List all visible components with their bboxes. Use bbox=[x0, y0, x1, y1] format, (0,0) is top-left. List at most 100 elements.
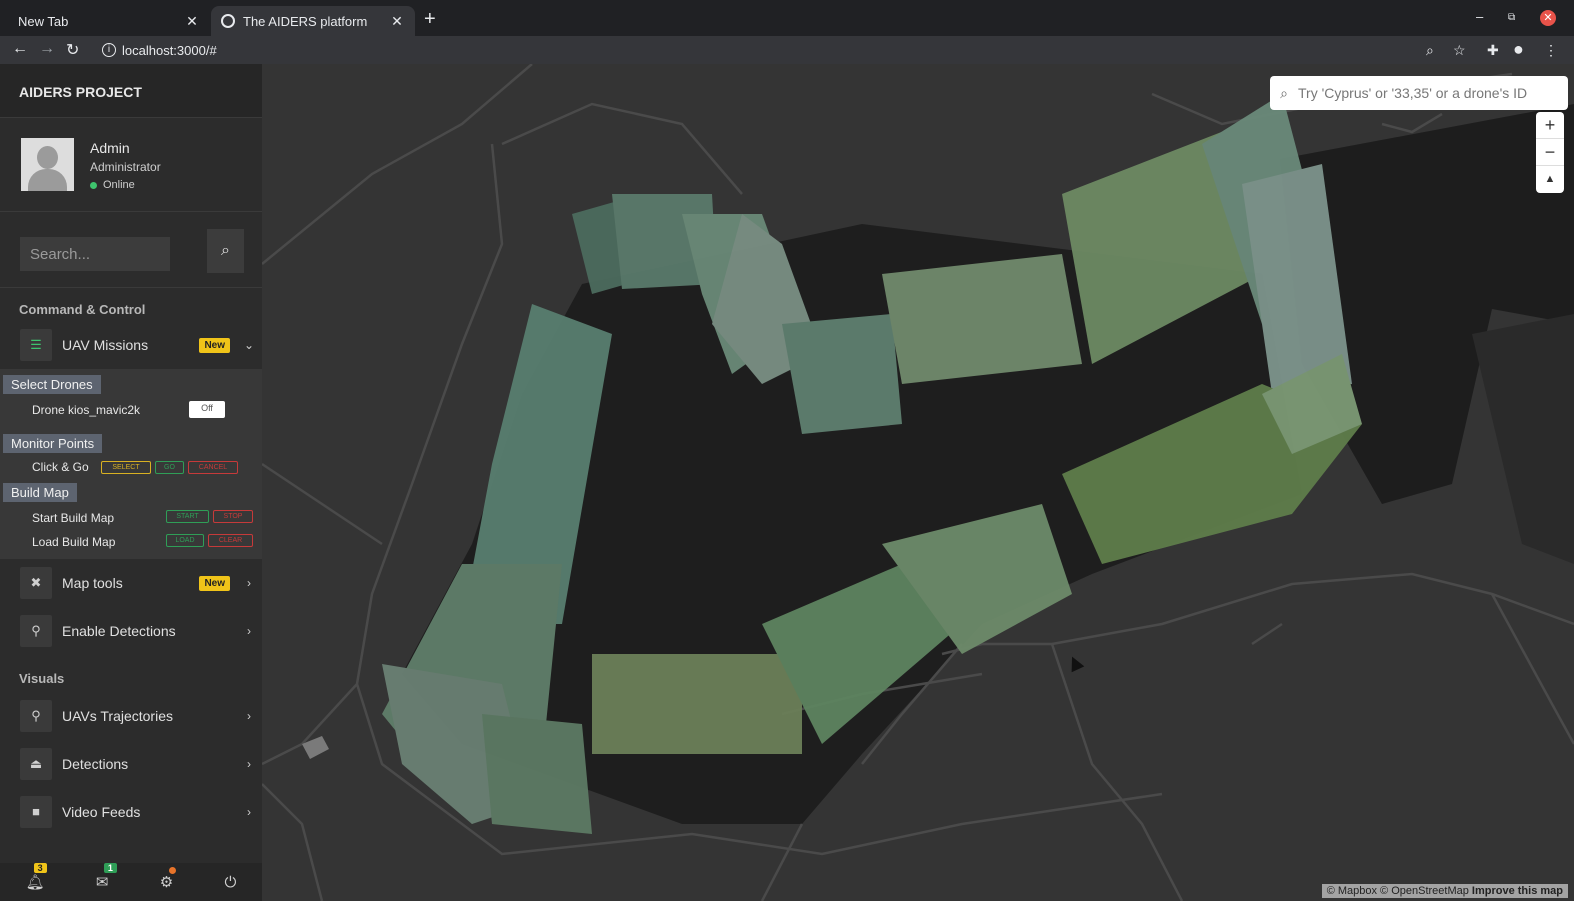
url-text: localhost:3000/# bbox=[122, 42, 217, 58]
search-input[interactable] bbox=[20, 237, 170, 271]
sidebar-search: ⌕ bbox=[0, 212, 262, 288]
messages-envelope-icon[interactable]: ✉ 1 bbox=[96, 863, 117, 891]
tab-aiders-platform[interactable]: The AIDERS platform ✕ bbox=[211, 6, 415, 36]
tab-title: The AIDERS platform bbox=[243, 13, 368, 29]
detection-icon: ⏏ bbox=[20, 748, 52, 780]
menu-enable-detections[interactable]: ⚲ Enable Detections › bbox=[0, 607, 262, 655]
select-button[interactable]: SELECT bbox=[101, 461, 151, 474]
start-button[interactable]: START bbox=[166, 510, 209, 523]
drone-icon: ⚲ bbox=[20, 615, 52, 647]
chevron-right-icon: › bbox=[247, 624, 251, 638]
zoom-in-button[interactable]: + bbox=[1536, 112, 1564, 139]
sidebar-footer: 🔔︎ 3 ✉ 1 ⚙ ⏻ bbox=[0, 863, 262, 901]
map-view[interactable]: ⌕ + − ▲ © Mapbox © OpenStreetMap Improve… bbox=[262, 64, 1574, 901]
brand-title: AIDERS PROJECT bbox=[0, 64, 262, 118]
improve-map-link[interactable]: Improve this map bbox=[1472, 885, 1563, 897]
map-canvas bbox=[262, 64, 1574, 901]
menu-label: Enable Detections bbox=[62, 623, 176, 639]
user-name: Admin bbox=[90, 140, 130, 156]
search-button[interactable]: ⌕ bbox=[207, 229, 244, 273]
site-info-icon[interactable]: i bbox=[102, 43, 116, 57]
tab-title: New Tab bbox=[18, 13, 69, 29]
chevron-right-icon: › bbox=[247, 709, 251, 723]
attribution-text[interactable]: © Mapbox © OpenStreetMap bbox=[1327, 885, 1469, 897]
sidebar: AIDERS PROJECT Admin Administrator Onlin… bbox=[0, 64, 262, 901]
stop-button[interactable]: STOP bbox=[213, 510, 253, 523]
video-camera-icon: ■ bbox=[20, 796, 52, 828]
avatar bbox=[21, 138, 74, 191]
cancel-button[interactable]: CANCEL bbox=[188, 461, 238, 474]
power-icon[interactable]: ⏻ bbox=[224, 874, 236, 891]
search-icon: ⌕ bbox=[221, 242, 230, 259]
drone-label: Drone kios_mavic2k bbox=[32, 403, 141, 417]
menu-detections[interactable]: ⏏ Detections › bbox=[0, 740, 262, 788]
restore-icon[interactable]: ⧉ bbox=[1508, 12, 1515, 23]
compass-button[interactable]: ▲ bbox=[1536, 166, 1564, 193]
tab-new-tab[interactable]: New Tab ✕ bbox=[0, 6, 210, 36]
tab-close-icon[interactable]: ✕ bbox=[184, 13, 200, 30]
zoom-out-button[interactable]: − bbox=[1536, 139, 1564, 166]
uav-missions-submenu: Select Drones Drone kios_mavic2k Off Mon… bbox=[0, 369, 262, 559]
chevron-right-icon: › bbox=[247, 805, 251, 819]
select-drones-heading: Select Drones bbox=[3, 375, 101, 394]
globe-icon bbox=[221, 14, 235, 28]
load-build-label: Load Build Map bbox=[32, 535, 116, 549]
settings-dot-icon bbox=[168, 867, 176, 874]
user-profile: Admin Administrator Online bbox=[0, 118, 262, 212]
section-command-control: Command & Control bbox=[19, 302, 146, 317]
drone-row: Drone kios_mavic2k Off bbox=[0, 398, 262, 424]
back-icon[interactable]: ← bbox=[12, 40, 28, 58]
messages-count: 1 bbox=[103, 863, 117, 873]
zoom-control: + − ▲ bbox=[1536, 112, 1564, 193]
status-text: Online bbox=[103, 179, 135, 191]
extensions-icon[interactable]: ✚ bbox=[1487, 42, 1499, 59]
menu-label: UAV Missions bbox=[62, 337, 149, 353]
online-dot-icon bbox=[90, 181, 97, 189]
chevron-right-icon: › bbox=[247, 757, 251, 771]
bookmark-star-icon[interactable]: ☆ bbox=[1453, 42, 1466, 59]
window-close-icon[interactable]: ✕ bbox=[1540, 10, 1556, 26]
tab-close-icon[interactable]: ✕ bbox=[389, 13, 405, 30]
menu-label: Video Feeds bbox=[62, 804, 141, 820]
user-role: Administrator bbox=[90, 160, 161, 174]
user-status: Online bbox=[90, 179, 135, 191]
menu-map-tools[interactable]: ✖ Map tools New › bbox=[0, 559, 262, 607]
search-icon: ⌕ bbox=[1280, 84, 1288, 101]
section-visuals: Visuals bbox=[19, 671, 65, 686]
browser-tabstrip: New Tab ✕ The AIDERS platform ✕ + – ⧉ ✕ bbox=[0, 0, 1574, 36]
menu-uav-trajectories[interactable]: ⚲ UAVs Trajectories › bbox=[0, 692, 262, 740]
new-badge: New bbox=[199, 337, 230, 353]
new-badge: New bbox=[199, 575, 230, 591]
monitor-points-heading: Monitor Points bbox=[3, 434, 103, 453]
zoom-icon[interactable]: ⌕ bbox=[1426, 42, 1434, 59]
geocoder: ⌕ bbox=[1270, 76, 1568, 110]
drone-toggle[interactable]: Off bbox=[189, 401, 225, 418]
menu-label: Map tools bbox=[62, 575, 123, 591]
click-go-label: Click & Go bbox=[32, 460, 89, 474]
menu-video-feeds[interactable]: ■ Video Feeds › bbox=[0, 788, 262, 836]
load-button[interactable]: LOAD bbox=[166, 534, 204, 547]
start-build-row: Start Build Map START STOP bbox=[0, 506, 262, 530]
map-attribution: © Mapbox © OpenStreetMap Improve this ma… bbox=[1321, 884, 1568, 898]
go-button[interactable]: GO bbox=[155, 461, 184, 474]
address-bar[interactable]: i localhost:3000/# bbox=[96, 37, 1476, 63]
settings-gear-icon[interactable]: ⚙ bbox=[160, 867, 176, 891]
reload-icon[interactable]: ↻ bbox=[66, 40, 79, 60]
route-icon: ⚲ bbox=[20, 700, 52, 732]
minimize-icon[interactable]: – bbox=[1476, 9, 1483, 24]
profile-icon[interactable]: ● bbox=[1513, 39, 1524, 60]
clear-button[interactable]: CLEAR bbox=[208, 534, 253, 547]
list-icon: ☰ bbox=[20, 329, 52, 361]
water-area bbox=[1472, 314, 1574, 564]
load-build-row: Load Build Map LOAD CLEAR bbox=[0, 530, 262, 554]
start-build-label: Start Build Map bbox=[32, 511, 115, 525]
menu-label: UAVs Trajectories bbox=[62, 708, 173, 724]
forward-icon[interactable]: → bbox=[39, 40, 55, 58]
chevron-down-icon: ⌄ bbox=[243, 338, 255, 352]
menu-uav-missions[interactable]: ☰ UAV Missions New ⌄ bbox=[0, 321, 262, 369]
notifications-bell-icon[interactable]: 🔔︎ 3 bbox=[26, 863, 47, 891]
new-tab-icon[interactable]: + bbox=[424, 8, 436, 31]
menu-kebab-icon[interactable]: ⋮ bbox=[1544, 42, 1558, 59]
geocoder-input[interactable] bbox=[1298, 85, 1558, 101]
menu-label: Detections bbox=[62, 756, 129, 772]
